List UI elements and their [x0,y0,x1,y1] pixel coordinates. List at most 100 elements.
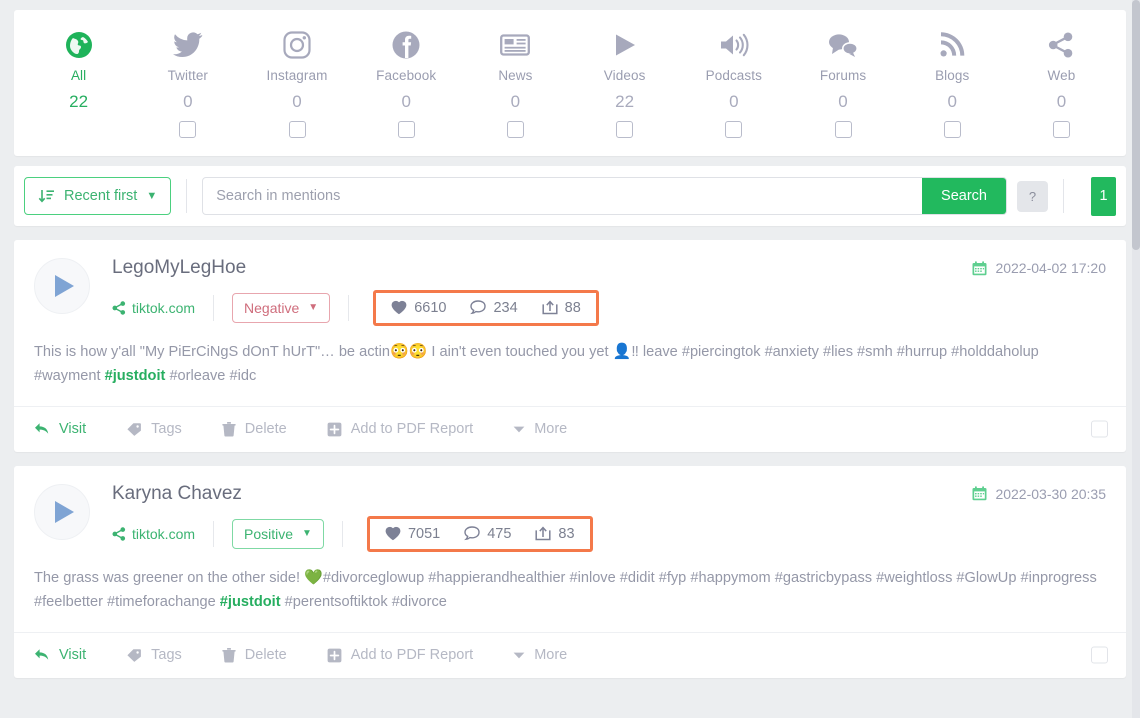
source-tab-all[interactable]: All 22 [24,28,133,138]
mention-text: This is how y'all "My PiErCiNgS dOnT hUr… [34,340,1106,406]
add-to-pdf-icon [327,422,342,437]
source-tab-label: News [498,68,533,83]
source-tab-count: 0 [183,92,193,111]
source-tab-checkbox[interactable] [506,121,524,138]
source-tab-facebook[interactable]: Facebook 0 [352,28,461,138]
sort-dropdown[interactable]: Recent first ▼ [24,177,172,215]
mention-date: 2022-03-30 20:35 [972,486,1106,502]
page-scrollbar-thumb[interactable] [1132,0,1140,250]
action-pdf-button[interactable]: Add to PDF Report [327,647,474,664]
post-text-part: This is how y'all "My PiErCiNgS dOnT hUr… [34,343,390,360]
post-text-part: The grass was greener on the other side! [34,569,305,586]
mention-source-label: tiktok.com [132,525,196,542]
mention-date: 2022-04-02 17:20 [972,260,1106,276]
keyword-highlight: #justdoit [219,593,281,610]
source-tab-count: 0 [838,92,848,111]
mention-source-link[interactable]: tiktok.com [112,300,195,316]
mention-card: 2022-04-02 17:20 LegoMyLegHoe tiktok.com… [14,240,1126,452]
likes-count: 6610 [414,299,447,316]
instagram-icon [283,28,311,62]
page-scrollbar[interactable] [1132,0,1140,718]
sentiment-dropdown[interactable]: Negative ▼ [232,292,331,323]
avatar[interactable] [34,258,90,314]
source-tab-label: Instagram [266,68,328,83]
mention-text: The grass was greener on the other side!… [34,566,1106,632]
action-label: Visit [59,647,87,664]
shares-count: 83 [558,525,575,542]
action-label: Delete [244,647,287,664]
source-tab-label: Forums [819,68,867,83]
mention-header: Karyna Chavez tiktok.com Positive ▼ 7051 [34,483,1106,552]
source-tab-checkbox[interactable] [1052,121,1070,138]
mention-author[interactable]: LegoMyLegHoe [112,257,1106,279]
rss-icon [939,28,965,62]
visit-arrow-icon [34,422,50,436]
visit-arrow-icon [34,648,50,662]
action-more-button[interactable]: More [513,421,567,437]
pagination-page-1[interactable]: 1 [1091,176,1116,216]
mention-card-body: 2022-04-02 17:20 LegoMyLegHoe tiktok.com… [14,240,1126,406]
search-help-button[interactable]: ? [1017,180,1048,212]
toolbar-divider [186,179,188,213]
source-tab-podcasts[interactable]: Podcasts 0 [679,28,788,138]
source-tab-count: 0 [401,92,411,111]
shares-stat: 83 [535,525,575,542]
source-tab-count: 22 [69,92,89,111]
chevron-down-icon: ▼ [308,302,319,314]
source-tab-blogs[interactable]: Blogs 0 [898,28,1007,138]
action-label: More [534,647,568,664]
source-tab-instagram[interactable]: Instagram 0 [242,28,351,138]
mention-actions: Visit Tags Delete Add to PDF Report More [14,405,1126,452]
action-visit-button[interactable]: Visit [34,421,86,437]
speaker-icon [719,28,749,62]
shares-count: 88 [564,299,581,316]
mention-card: 2022-03-30 20:35 Karyna Chavez tiktok.co… [14,465,1126,678]
action-tags-button[interactable]: Tags [126,647,182,663]
mention-author[interactable]: Karyna Chavez [112,483,1106,505]
comments-count: 475 [487,525,512,542]
mention-select-checkbox[interactable] [1091,420,1108,438]
action-label: Visit [59,421,87,438]
comments-stat: 475 [464,526,511,542]
action-label: Add to PDF Report [350,647,474,664]
keyword-highlight: #justdoit [104,367,166,384]
action-label: Add to PDF Report [350,421,474,438]
source-tab-videos[interactable]: Videos 22 [570,28,679,138]
source-tab-checkbox[interactable] [288,121,306,138]
emoji-glyph: 😳😳 [389,342,428,360]
mention-select-checkbox[interactable] [1091,646,1108,664]
calendar-icon [972,260,987,276]
source-tab-forums[interactable]: Forums 0 [788,28,897,138]
mention-date-text: 2022-03-30 20:35 [995,485,1106,502]
caret-down-icon [513,425,525,434]
avatar[interactable] [34,483,90,540]
calendar-icon [972,486,987,501]
source-tab-checkbox[interactable] [943,121,961,138]
source-tab-label: All [70,68,87,83]
action-visit-button[interactable]: Visit [34,647,86,663]
source-tab-checkbox[interactable] [397,121,415,138]
source-tab-checkbox[interactable] [179,121,197,138]
comment-icon [464,526,480,541]
search-button[interactable]: Search [922,178,1006,214]
source-tab-count: 0 [729,92,739,111]
source-tab-checkbox[interactable] [834,121,852,138]
engagement-stats: 7051 475 83 [366,515,593,552]
source-tab-twitter[interactable]: Twitter 0 [133,28,242,138]
likes-count: 7051 [407,525,441,542]
mention-source-link[interactable]: tiktok.com [112,526,195,542]
action-delete-button[interactable]: Delete [222,421,287,437]
source-tab-checkbox[interactable] [725,121,743,138]
action-pdf-button[interactable]: Add to PDF Report [327,421,474,438]
search-input[interactable] [203,178,923,214]
action-more-button[interactable]: More [513,647,567,663]
sentiment-dropdown[interactable]: Positive ▼ [232,518,324,549]
source-tab-label: Web [1047,68,1076,83]
trash-icon [222,647,236,663]
source-tab-checkbox[interactable] [616,121,634,138]
action-delete-button[interactable]: Delete [222,647,287,663]
action-tags-button[interactable]: Tags [126,421,182,437]
share-small-icon [112,527,126,541]
source-tab-news[interactable]: News 0 [461,28,570,138]
source-tab-web[interactable]: Web 0 [1007,28,1116,138]
